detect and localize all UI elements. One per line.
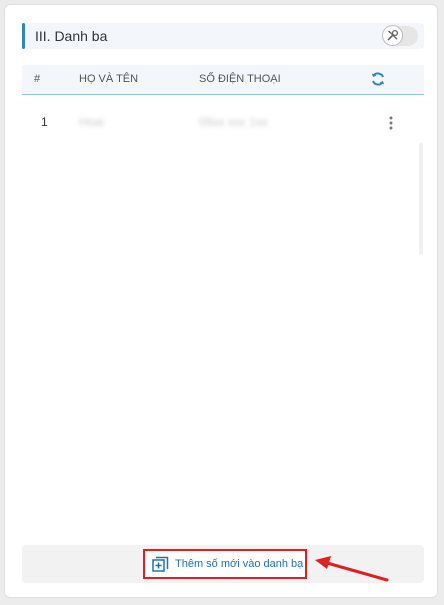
section-title: III. Danh ba (35, 28, 108, 44)
annotation-arrow-icon (315, 556, 389, 582)
tools-icon (382, 25, 403, 46)
row-phone: 09xx xxx 1xx (199, 115, 268, 129)
column-header-phone: SỐ ĐIỆN THOẠI (199, 73, 281, 85)
column-header-number: # (34, 73, 41, 85)
row-number: 1 (41, 115, 48, 129)
section-header: III. Danh ba (22, 23, 424, 49)
section-accent-bar (22, 23, 25, 49)
row-name: Hoai (79, 115, 104, 129)
table-scrollbar[interactable] (419, 143, 423, 255)
refresh-icon[interactable] (370, 71, 386, 87)
section-toggle[interactable] (382, 25, 418, 46)
table-row[interactable]: 1 Hoai 09xx xxx 1xx (22, 95, 424, 149)
add-contact-label: Thêm số mới vào danh bạ (175, 558, 304, 570)
contacts-panel: III. Danh ba # HỌ VÀ TÊN SỐ ĐIỆN THOẠI 1… (4, 4, 438, 598)
add-contact-button[interactable]: Thêm số mới vào danh bạ (143, 549, 307, 579)
column-header-name: HỌ VÀ TÊN (79, 73, 139, 85)
contacts-table: # HỌ VÀ TÊN SỐ ĐIỆN THOẠI 1 Hoai 09xx xx… (22, 65, 424, 149)
table-header: # HỌ VÀ TÊN SỐ ĐIỆN THOẠI (22, 65, 424, 95)
more-vertical-icon[interactable] (387, 115, 395, 131)
add-copy-icon (152, 556, 169, 573)
